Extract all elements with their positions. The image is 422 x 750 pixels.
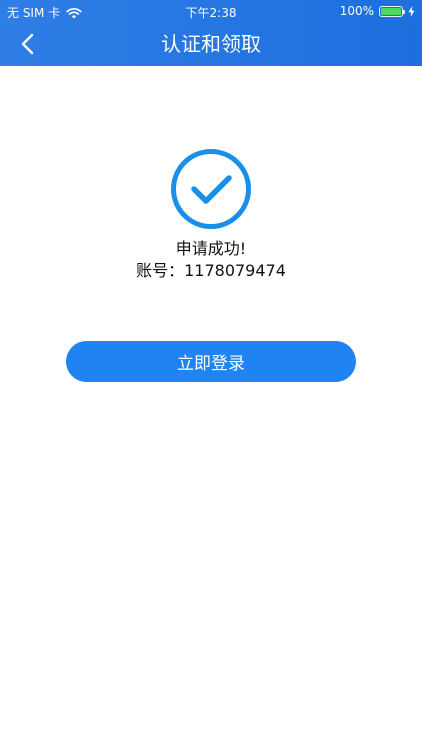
battery-percent: 100% xyxy=(339,4,374,18)
page-title: 认证和领取 xyxy=(161,32,261,56)
account-number: 账号：1178079474 xyxy=(136,261,286,280)
battery-icon xyxy=(379,5,405,17)
charging-icon xyxy=(408,5,415,17)
login-button[interactable]: 立即登录 xyxy=(66,341,356,382)
header: 无 SIM 卡 下午2:38 100% 认证和领取 xyxy=(0,0,422,66)
check-circle-icon xyxy=(171,149,251,229)
battery-fill xyxy=(381,7,401,15)
status-bar: 无 SIM 卡 下午2:38 100% xyxy=(0,0,422,22)
success-message: 申请成功! xyxy=(175,239,247,258)
nav-bar: 认证和领取 xyxy=(0,22,422,66)
status-right: 100% xyxy=(340,4,415,18)
